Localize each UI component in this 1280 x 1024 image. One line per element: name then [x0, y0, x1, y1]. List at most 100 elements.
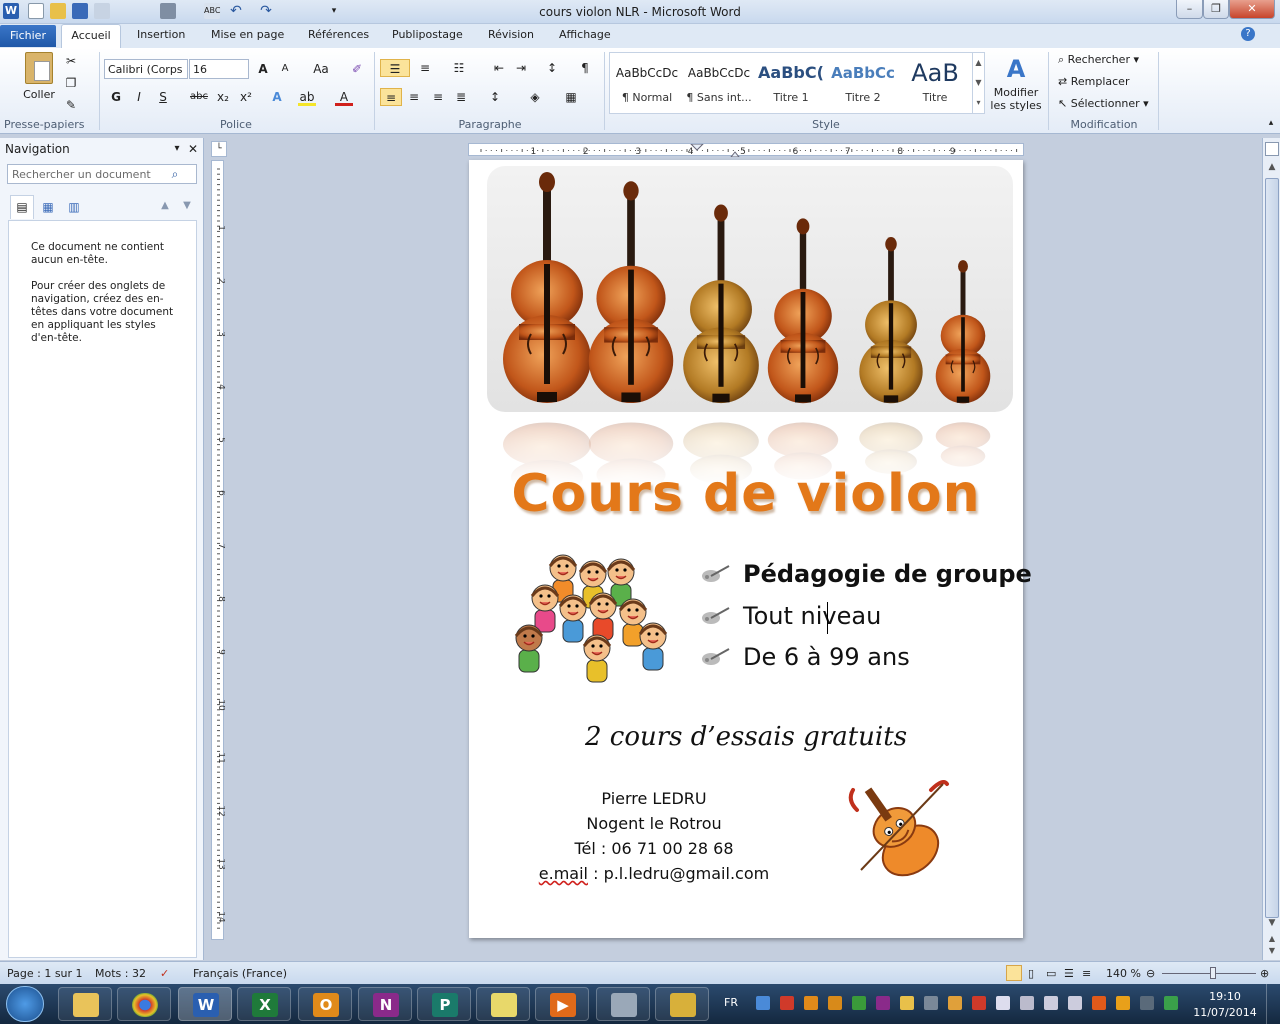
zoom-level[interactable]: 140 %: [1106, 967, 1141, 980]
font-size-combo[interactable]: 16: [189, 59, 249, 79]
coins-icon[interactable]: [655, 987, 709, 1021]
bell-tray-icon[interactable]: [924, 996, 938, 1010]
horizontal-ruler[interactable]: 1 2 3 4 5 6 7 8 9: [468, 143, 1024, 158]
grow-font-icon[interactable]: A: [254, 60, 272, 78]
start-button[interactable]: [6, 986, 44, 1022]
onenote-tray-icon[interactable]: [876, 996, 890, 1010]
zoom-slider[interactable]: [1162, 973, 1256, 974]
style-titre[interactable]: AaB Titre: [900, 59, 970, 111]
children-illustration[interactable]: [493, 550, 683, 700]
styles-scroll[interactable]: ▲ ▼ ▾: [972, 53, 984, 113]
underline-button[interactable]: S: [154, 88, 172, 106]
tab-mise-en-page[interactable]: Mise en page: [211, 28, 284, 41]
format-painter-icon[interactable]: ✎: [62, 96, 80, 114]
italic-button[interactable]: I: [130, 88, 148, 106]
search-icon[interactable]: ⌕: [166, 165, 184, 183]
justify-icon[interactable]: ≣: [452, 88, 470, 106]
notes-icon[interactable]: [476, 987, 530, 1021]
mail-tray-icon[interactable]: [900, 996, 914, 1010]
document-page[interactable]: Cours de violon Pédagogie de groupe Tout…: [469, 160, 1032, 938]
full-screen-view-icon[interactable]: ▯: [1028, 967, 1034, 980]
browse-prev-icon[interactable]: ▲: [1265, 934, 1279, 943]
promo-text[interactable]: 2 cours d’essais gratuits: [469, 722, 1023, 752]
tray-icon[interactable]: [948, 996, 962, 1010]
multilevel-list-icon[interactable]: ☷: [450, 59, 468, 77]
change-styles-button[interactable]: A Modifier les styles: [988, 52, 1044, 112]
tray-icon[interactable]: [1092, 996, 1106, 1010]
tab-publipostage[interactable]: Publipostage: [392, 28, 463, 41]
clock-time[interactable]: 19:10: [1196, 990, 1254, 1003]
media-player-icon[interactable]: ▶: [535, 987, 589, 1021]
scroll-down-icon[interactable]: ▼: [1265, 918, 1279, 928]
tray-icon[interactable]: [1116, 996, 1130, 1010]
publisher-icon[interactable]: P: [417, 987, 471, 1021]
style-titre-2[interactable]: AaBbCc Titre 2: [828, 59, 898, 111]
tab-insertion[interactable]: Insertion: [137, 28, 185, 41]
dropbox-tray-icon[interactable]: [756, 996, 770, 1010]
vertical-ruler[interactable]: 1 2 3 4 5 6 7 8 9 10 11 12 13 14: [211, 160, 226, 940]
word-taskbar-icon[interactable]: W: [178, 987, 232, 1021]
decrease-indent-icon[interactable]: ⇤: [490, 59, 508, 77]
onenote-icon[interactable]: N: [358, 987, 412, 1021]
bullets-button[interactable]: ☰: [380, 59, 410, 77]
nav-pages-tab[interactable]: ▦: [36, 196, 60, 218]
tab-references[interactable]: Références: [308, 28, 369, 41]
page-count[interactable]: Page : 1 sur 1: [7, 967, 83, 980]
tools-tray-icon[interactable]: [1020, 996, 1034, 1010]
help-icon[interactable]: ?: [1241, 27, 1255, 41]
select-button[interactable]: ↖ Sélectionner ▾: [1058, 97, 1149, 110]
collapse-ribbon-icon[interactable]: ▴: [1262, 114, 1280, 132]
font-color-icon[interactable]: A: [335, 88, 353, 106]
cut-icon[interactable]: ✂: [62, 52, 80, 70]
paste-button[interactable]: Coller: [18, 52, 60, 112]
print-layout-view-icon[interactable]: [1006, 965, 1022, 981]
contact-name[interactable]: Pierre LEDRU: [519, 789, 789, 808]
font-name-combo[interactable]: Calibri (Corps: [104, 59, 188, 79]
tab-stop-selector[interactable]: └: [211, 141, 227, 157]
tab-accueil[interactable]: Accueil: [61, 24, 121, 49]
line-spacing-icon[interactable]: ↕: [486, 88, 504, 106]
align-left-button[interactable]: ≡: [380, 88, 402, 106]
calculator-icon[interactable]: [596, 987, 650, 1021]
style-sans-interligne[interactable]: AaBbCcDc ¶ Sans int...: [684, 59, 754, 111]
shading-icon[interactable]: ◈: [526, 88, 544, 106]
contact-email[interactable]: e.mail : p.l.ledru@gmail.com: [519, 864, 789, 883]
nav-next-icon[interactable]: ▼: [178, 197, 196, 215]
browse-next-icon[interactable]: ▼: [1265, 946, 1279, 955]
google-drive-tray-icon[interactable]: [1164, 996, 1178, 1010]
network-tray-icon[interactable]: [1044, 996, 1058, 1010]
proofing-icon[interactable]: ✓: [160, 967, 169, 980]
align-center-icon[interactable]: ≡: [405, 88, 423, 106]
shrink-font-icon[interactable]: A: [276, 60, 294, 78]
superscript-icon[interactable]: x²: [237, 88, 255, 106]
tray-icon[interactable]: [852, 996, 866, 1010]
violins-image[interactable]: [485, 166, 1015, 486]
maximize-button[interactable]: ❐: [1203, 0, 1229, 19]
sort-icon[interactable]: ↕: [543, 59, 561, 77]
contact-city[interactable]: Nogent le Rotrou: [519, 814, 789, 833]
scroll-up-icon[interactable]: ▲: [1265, 162, 1279, 172]
show-desktop-button[interactable]: [1266, 984, 1280, 1024]
cartoon-violin-image[interactable]: [839, 770, 959, 888]
outlook-icon[interactable]: O: [298, 987, 352, 1021]
minimize-button[interactable]: –: [1176, 0, 1203, 19]
tab-revision[interactable]: Révision: [488, 28, 534, 41]
explorer-icon[interactable]: [58, 987, 112, 1021]
numbering-icon[interactable]: ≡: [416, 59, 434, 77]
nav-close-icon[interactable]: ✕: [184, 140, 202, 158]
strikethrough-icon[interactable]: abc: [188, 88, 210, 106]
tray-icon[interactable]: [828, 996, 842, 1010]
zoom-slider-thumb[interactable]: [1210, 967, 1216, 979]
align-right-icon[interactable]: ≡: [429, 88, 447, 106]
tab-affichage[interactable]: Affichage: [559, 28, 611, 41]
tray-icon[interactable]: [1140, 996, 1154, 1010]
draft-view-icon[interactable]: ≡: [1082, 967, 1091, 980]
volume-tray-icon[interactable]: [1068, 996, 1082, 1010]
tray-icon[interactable]: [972, 996, 986, 1010]
subscript-icon[interactable]: x₂: [214, 88, 232, 106]
ruler-toggle-icon[interactable]: [1265, 142, 1279, 156]
replace-button[interactable]: ⇄ Remplacer: [1058, 75, 1129, 88]
zoom-in-icon[interactable]: ⊕: [1260, 967, 1269, 980]
copy-icon[interactable]: ❐: [62, 74, 80, 92]
change-case-icon[interactable]: Aa: [308, 60, 334, 78]
